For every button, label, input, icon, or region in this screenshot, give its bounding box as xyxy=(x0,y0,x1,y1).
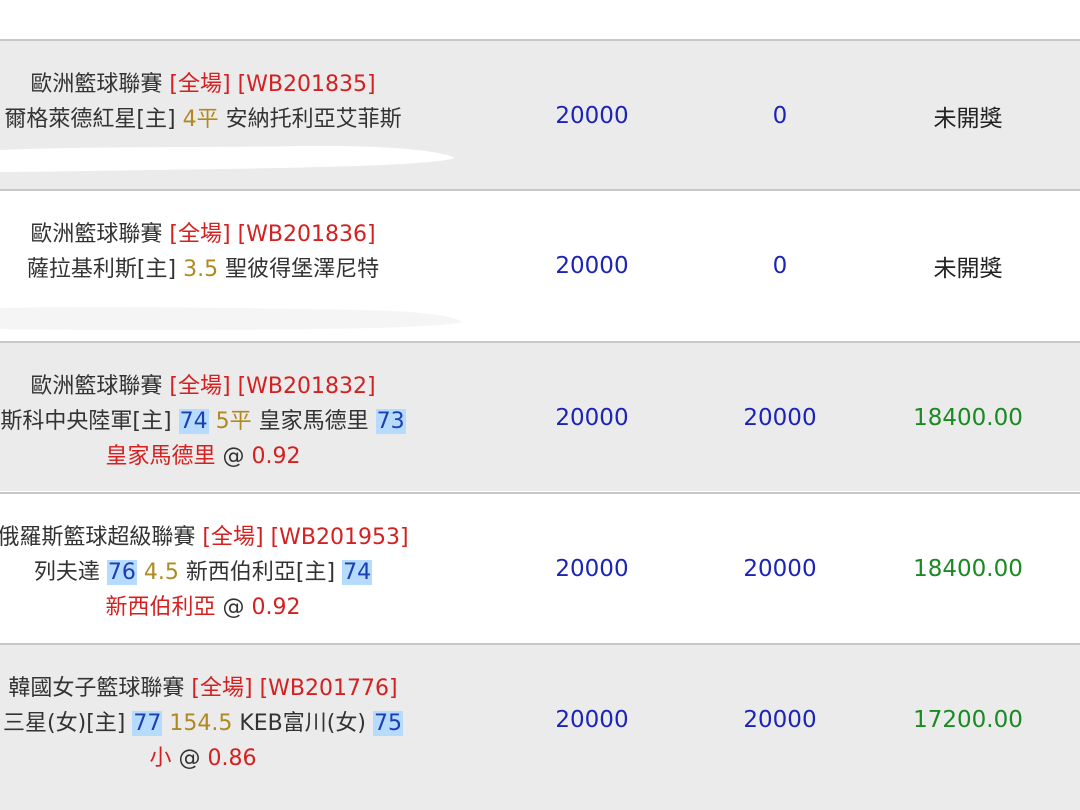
matchup-line: 三星(女)[主] 77 154.5 KEB富川(女) 75 xyxy=(3,706,403,741)
period-tag: [全場] xyxy=(202,525,264,550)
at-sign: @ xyxy=(178,746,201,771)
pick-selection: 新西伯利亞 xyxy=(105,595,216,620)
league-line: 歐洲籃球聯賽 [全場] [WB201836] xyxy=(30,217,375,252)
home-team: 爾格萊德紅星[主] xyxy=(4,107,176,132)
at-sign: @ xyxy=(222,595,245,620)
top-blank-area xyxy=(0,0,1080,39)
result-status: 未開獎 xyxy=(933,106,1003,132)
league-name: 韓國女子籃球聯賽 xyxy=(8,676,185,701)
home-score: 74 xyxy=(178,409,209,434)
stake-amount: 20000 xyxy=(555,253,629,279)
matchup-line: 薩拉基利斯[主] 3.5 聖彼得堡澤尼特 xyxy=(27,252,379,287)
bet-details: 韓國女子籃球聯賽 [全場] [WB201776] 三星(女)[主] 77 154… xyxy=(0,645,446,795)
period-tag: [全場] xyxy=(191,676,253,701)
bet-history-page: 歐洲籃球聯賽 [全場] [WB201835] 爾格萊德紅星[主] 4平 安納托利… xyxy=(0,0,1080,810)
pick-line: 小 @ 0.86 xyxy=(150,741,257,776)
away-team: 皇家馬德里 xyxy=(258,409,369,434)
home-team: 薩拉基利斯[主] xyxy=(26,257,177,282)
league-line: 歐洲籃球聯賽 [全場] [WB201835] xyxy=(30,67,375,102)
payout-amount: 18400.00 xyxy=(913,556,1023,582)
home-team: 三星(女)[主] xyxy=(3,711,126,736)
match-code: [WB201776] xyxy=(259,676,398,701)
period-tag: [全場] xyxy=(169,222,231,247)
bet-details: 歐洲籃球聯賽 [全場] [WB201836] 薩拉基利斯[主] 3.5 聖彼得堡… xyxy=(0,191,446,341)
period-tag: [全場] xyxy=(169,374,231,399)
bet-row-4[interactable]: 俄羅斯籃球超級聯賽 [全場] [WB201953] 列夫達 76 4.5 新西伯… xyxy=(0,492,1080,642)
bet-details: 俄羅斯籃球超級聯賽 [全場] [WB201953] 列夫達 76 4.5 新西伯… xyxy=(0,494,446,644)
away-team: 聖彼得堡澤尼特 xyxy=(225,257,380,282)
away-team: 新西伯利亞[主] xyxy=(185,560,336,585)
match-code: [WB201953] xyxy=(270,525,409,550)
away-score: 73 xyxy=(375,409,406,434)
home-team: 斯科中央陸軍[主] xyxy=(0,409,172,434)
payout-amount: 18400.00 xyxy=(913,405,1023,431)
matchup-line: 列夫達 76 4.5 新西伯利亞[主] 74 xyxy=(33,555,373,590)
league-name: 歐洲籃球聯賽 xyxy=(30,222,163,247)
payout-amount: 17200.00 xyxy=(913,707,1023,733)
stake-amount: 20000 xyxy=(555,405,629,431)
league-name: 歐洲籃球聯賽 xyxy=(30,72,163,97)
match-code: [WB201832] xyxy=(237,374,376,399)
matchup-line: 爾格萊德紅星[主] 4平 安納托利亞艾菲斯 xyxy=(4,102,401,137)
at-sign: @ xyxy=(222,444,245,469)
match-code: [WB201836] xyxy=(237,222,376,247)
valid-amount: 20000 xyxy=(743,556,817,582)
valid-amount: 0 xyxy=(772,103,788,129)
handicap-line: 4平 xyxy=(182,107,219,132)
league-name: 俄羅斯籃球超級聯賽 xyxy=(0,525,196,550)
total-line: 154.5 xyxy=(169,711,233,736)
pick-odds: 0.92 xyxy=(251,595,301,620)
bet-row-3[interactable]: 歐洲籃球聯賽 [全場] [WB201832] 斯科中央陸軍[主] 74 5平 皇… xyxy=(0,341,1080,491)
league-name: 歐洲籃球聯賽 xyxy=(30,374,163,399)
bet-details: 歐洲籃球聯賽 [全場] [WB201835] 爾格萊德紅星[主] 4平 安納托利… xyxy=(0,41,446,191)
valid-amount: 20000 xyxy=(743,405,817,431)
valid-amount: 0 xyxy=(772,253,788,279)
away-score: 75 xyxy=(372,711,403,736)
matchup-line: 斯科中央陸軍[主] 74 5平 皇家馬德里 73 xyxy=(0,404,406,439)
pick-line: 皇家馬德里 @ 0.92 xyxy=(106,439,301,474)
away-team: 安納托利亞艾菲斯 xyxy=(225,107,402,132)
handicap-line: 5平 xyxy=(215,409,252,434)
pick-line: 新西伯利亞 @ 0.92 xyxy=(106,590,301,625)
bet-row-2[interactable]: 歐洲籃球聯賽 [全場] [WB201836] 薩拉基利斯[主] 3.5 聖彼得堡… xyxy=(0,189,1080,339)
home-score: 76 xyxy=(106,560,137,585)
pick-selection: 小 xyxy=(149,746,172,771)
home-score: 77 xyxy=(132,711,163,736)
away-team: KEB富川(女) xyxy=(239,711,366,736)
pick-odds: 0.86 xyxy=(207,746,257,771)
handicap-line: 4.5 xyxy=(143,560,179,585)
stake-amount: 20000 xyxy=(555,103,629,129)
match-code: [WB201835] xyxy=(237,72,376,97)
bet-row-5[interactable]: 韓國女子籃球聯賽 [全場] [WB201776] 三星(女)[主] 77 154… xyxy=(0,643,1080,810)
pick-selection: 皇家馬德里 xyxy=(105,444,216,469)
stake-amount: 20000 xyxy=(555,556,629,582)
league-line: 韓國女子籃球聯賽 [全場] [WB201776] xyxy=(8,671,397,706)
handicap-line: 3.5 xyxy=(183,257,219,282)
result-status: 未開獎 xyxy=(933,256,1003,282)
league-line: 俄羅斯籃球超級聯賽 [全場] [WB201953] xyxy=(0,520,409,555)
valid-amount: 20000 xyxy=(743,707,817,733)
home-team: 列夫達 xyxy=(33,560,100,585)
bet-row-1[interactable]: 歐洲籃球聯賽 [全場] [WB201835] 爾格萊德紅星[主] 4平 安納托利… xyxy=(0,39,1080,189)
stake-amount: 20000 xyxy=(555,707,629,733)
away-score: 74 xyxy=(342,560,373,585)
period-tag: [全場] xyxy=(169,72,231,97)
bet-details: 歐洲籃球聯賽 [全場] [WB201832] 斯科中央陸軍[主] 74 5平 皇… xyxy=(0,343,446,493)
pick-odds: 0.92 xyxy=(251,444,301,469)
league-line: 歐洲籃球聯賽 [全場] [WB201832] xyxy=(30,369,375,404)
